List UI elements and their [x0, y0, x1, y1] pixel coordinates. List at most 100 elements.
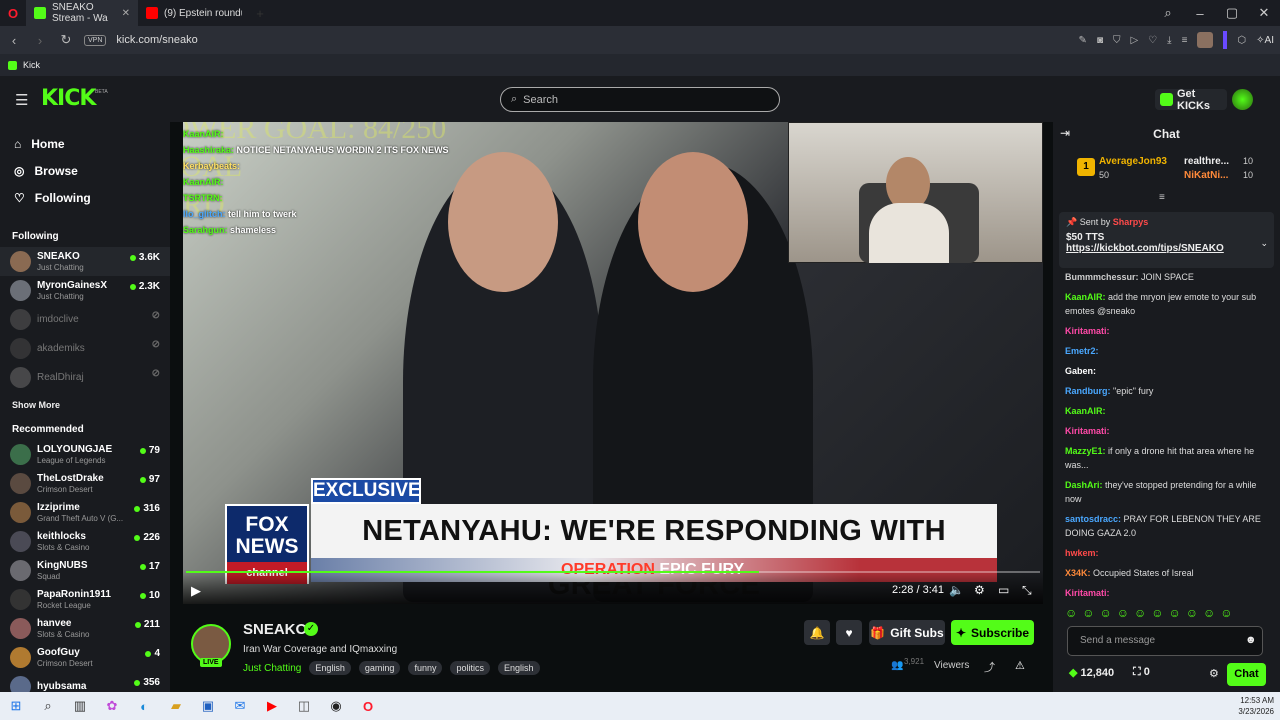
- video-player[interactable]: FOLLOWER GOAL: 84/250 SUB GOAL DISCORD K…: [183, 122, 1043, 604]
- edge-icon[interactable]: ◐: [128, 692, 160, 720]
- search-input[interactable]: ⌕ Search: [500, 87, 780, 112]
- download-icon[interactable]: ⤓: [1167, 35, 1171, 46]
- back-icon[interactable]: ‹: [6, 33, 22, 48]
- recommended-channel[interactable]: keithlocks Slots & Casino 226: [0, 527, 170, 556]
- settings-icon[interactable]: ⚙: [974, 583, 985, 597]
- close-window-icon[interactable]: ✕: [1248, 0, 1280, 27]
- volume-icon[interactable]: 🔈: [949, 583, 964, 597]
- menu-icon[interactable]: ≡: [1182, 35, 1188, 46]
- chat-username[interactable]: hwkem:: [1065, 548, 1099, 558]
- edit-icon[interactable]: ✎: [1079, 35, 1087, 46]
- chat-username[interactable]: Gaben:: [1065, 366, 1096, 376]
- new-tab-icon[interactable]: +: [250, 0, 270, 27]
- search-icon[interactable]: ⌕: [32, 692, 64, 720]
- windows-start-icon[interactable]: ⊞: [0, 692, 32, 720]
- streamer-name[interactable]: SNEAKO: [243, 621, 307, 638]
- share-icon[interactable]: ⤴: [984, 659, 995, 675]
- following-channel[interactable]: SNEAKO Just Chatting 3.6K: [0, 247, 170, 276]
- recommended-channel[interactable]: TheLostDrake Crimson Desert 97: [0, 469, 170, 498]
- theater-icon[interactable]: ▭: [998, 583, 1009, 597]
- recommended-channel[interactable]: KingNUBS Squad 17: [0, 556, 170, 585]
- bookmark-kick[interactable]: Kick: [23, 60, 40, 70]
- play-icon[interactable]: ▶: [191, 583, 201, 599]
- chat-username[interactable]: KaanAlR:: [1065, 406, 1106, 416]
- notification-bell-button[interactable]: 🔔: [804, 620, 830, 645]
- recommended-channel[interactable]: LOLYOUNGJAE League of Legends 79: [0, 440, 170, 469]
- minimize-icon[interactable]: –: [1184, 0, 1216, 27]
- vpn-badge[interactable]: VPN: [84, 34, 107, 46]
- tag[interactable]: gaming: [358, 661, 401, 675]
- nav-home[interactable]: ⌂ Home: [0, 130, 170, 157]
- forward-icon[interactable]: ›: [32, 33, 48, 48]
- fullscreen-icon[interactable]: ⤡: [1022, 583, 1032, 598]
- chat-username[interactable]: Randburg:: [1065, 386, 1111, 396]
- tab-youtube[interactable]: (9) Epstein roundup: Trum: [138, 0, 250, 26]
- chat-username[interactable]: Kiritamati:: [1065, 588, 1110, 596]
- profile-avatar[interactable]: [1197, 32, 1214, 48]
- recommended-channel[interactable]: PapaRonin1911 Rocket League 10: [0, 585, 170, 614]
- emoji-icon[interactable]: ☻: [1245, 634, 1257, 646]
- user-avatar[interactable]: [1232, 89, 1253, 110]
- pinned-message[interactable]: 📌 Sent by Sharpys $50 TTS https://kickbo…: [1059, 212, 1274, 268]
- offline-channel[interactable]: akademiks ⊘: [0, 334, 170, 363]
- tag[interactable]: politics: [450, 661, 490, 675]
- tag[interactable]: English: [497, 661, 540, 675]
- hamburger-menu-icon[interactable]: ☰: [15, 91, 28, 109]
- recommended-channel[interactable]: hanvee Slots & Casino 211: [0, 614, 170, 643]
- chat-username[interactable]: KaanAlR:: [1065, 292, 1106, 302]
- chat-username[interactable]: MazzyE1:: [1065, 446, 1106, 456]
- opera-icon[interactable]: O: [352, 692, 384, 720]
- recommended-channel[interactable]: Izziprime Grand Theft Auto V (G... 316: [0, 498, 170, 527]
- chat-username[interactable]: Bummmchessur:: [1065, 272, 1139, 282]
- kick-logo[interactable]: KICK: [41, 86, 96, 111]
- expand-icon[interactable]: ≡: [1159, 192, 1165, 203]
- file-explorer-icon[interactable]: ▰: [160, 692, 192, 720]
- report-icon[interactable]: ⚠: [1015, 659, 1025, 672]
- gift-balance[interactable]: ⛶ 0: [1133, 666, 1150, 679]
- url-field[interactable]: kick.com/sneako: [116, 34, 197, 46]
- chat-input[interactable]: Send a message: [1067, 626, 1263, 656]
- maximize-icon[interactable]: ▢: [1216, 0, 1248, 27]
- system-clock[interactable]: 12:53 AM 3/23/2026: [1238, 695, 1274, 717]
- task-view-icon[interactable]: ▥: [64, 692, 96, 720]
- category-link[interactable]: Just Chatting: [243, 663, 301, 674]
- tab-kick[interactable]: SNEAKO Stream - Wa ✕: [26, 0, 138, 26]
- leader-name[interactable]: AverageJon93: [1099, 156, 1167, 167]
- chat-username[interactable]: santosdracc:: [1065, 514, 1121, 524]
- youtube-icon[interactable]: ▶: [256, 692, 288, 720]
- steam-icon[interactable]: ◉: [320, 692, 352, 720]
- progress-bar[interactable]: [186, 571, 1040, 573]
- copilot-icon[interactable]: ✿: [96, 692, 128, 720]
- settings-icon[interactable]: ⚙: [1209, 667, 1219, 680]
- emote-bar[interactable]: ☺☺☺☺☺☺☺☺☺☺: [1065, 606, 1238, 620]
- close-tab-icon[interactable]: ✕: [122, 8, 130, 19]
- recommended-channel[interactable]: hyubsama 356: [0, 672, 170, 692]
- send-chat-button[interactable]: Chat: [1227, 663, 1266, 686]
- capture-icon[interactable]: ◫: [288, 692, 320, 720]
- search-tabs-icon[interactable]: ⌕: [1152, 0, 1184, 27]
- ai-button[interactable]: ✧AI: [1256, 35, 1274, 46]
- gift-subs-button[interactable]: 🎁 Gift Subs: [869, 620, 945, 645]
- recommended-channel[interactable]: GoofGuy Crimson Desert 4: [0, 643, 170, 672]
- extension-icon[interactable]: ⬡: [1237, 35, 1246, 46]
- store-icon[interactable]: ▣: [192, 692, 224, 720]
- chat-username[interactable]: DashAri:: [1065, 480, 1103, 490]
- show-more-link[interactable]: Show More: [0, 392, 170, 418]
- chevron-down-icon[interactable]: ⌄: [1260, 238, 1268, 249]
- follow-button[interactable]: ♥: [836, 620, 862, 645]
- kicks-balance[interactable]: ◆ 12,840: [1069, 666, 1114, 679]
- outlook-icon[interactable]: ✉: [224, 692, 256, 720]
- offline-channel[interactable]: RealDhiraj ⊘: [0, 363, 170, 392]
- chat-username[interactable]: Kiritamati:: [1065, 326, 1110, 336]
- get-kicks-button[interactable]: Get KICKs: [1155, 88, 1227, 112]
- nav-following[interactable]: ♡ Following: [0, 184, 170, 211]
- chat-username[interactable]: X34K:: [1065, 568, 1091, 578]
- offline-channel[interactable]: imdoclive ⊘: [0, 305, 170, 334]
- leader-name[interactable]: realthre...: [1184, 156, 1229, 167]
- heart-icon[interactable]: ♡: [1148, 35, 1157, 46]
- reload-icon[interactable]: ↻: [58, 32, 74, 48]
- leader-name[interactable]: NiKatNi...: [1184, 170, 1228, 181]
- tag[interactable]: English: [309, 661, 351, 675]
- following-channel[interactable]: MyronGainesX Just Chatting 2.3K: [0, 276, 170, 305]
- play-icon[interactable]: ▷: [1130, 35, 1138, 46]
